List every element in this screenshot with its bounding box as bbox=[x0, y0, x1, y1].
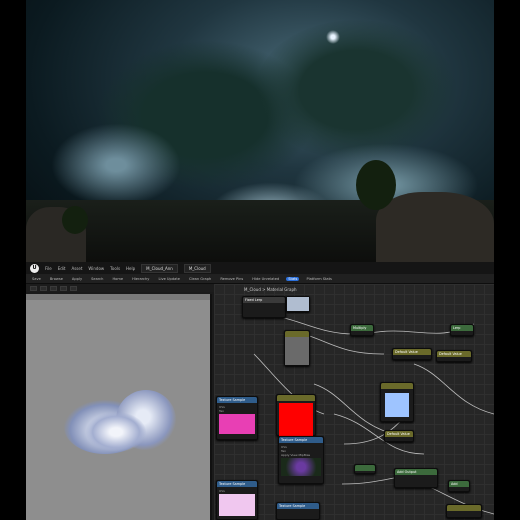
tab-m-cloud[interactable]: M_Cloud bbox=[183, 263, 211, 273]
default-value-node[interactable] bbox=[446, 504, 482, 518]
menu-window[interactable]: Window bbox=[88, 266, 104, 271]
browse-button[interactable]: Browse bbox=[48, 277, 65, 281]
material-editor: U File Edit Asset Window Tools Help M_Cl… bbox=[26, 262, 494, 520]
node-title: Multiply bbox=[351, 325, 373, 331]
hierarchy-button[interactable]: Hierarchy bbox=[130, 277, 151, 281]
viewport-option-button[interactable] bbox=[50, 285, 57, 291]
viewport-option-button[interactable] bbox=[70, 285, 77, 291]
node-title: Default Value bbox=[385, 431, 413, 437]
menu-edit[interactable]: Edit bbox=[58, 266, 66, 271]
stats-button[interactable]: Stats bbox=[286, 276, 300, 281]
home-button[interactable]: Home bbox=[110, 277, 125, 281]
texture-sample-node[interactable]: Texture Sample UVs Tex Apply View MipBia… bbox=[278, 436, 324, 484]
viewport-option-button[interactable] bbox=[30, 285, 37, 291]
unreal-logo-icon[interactable]: U bbox=[30, 263, 39, 273]
light-pink-swatch bbox=[219, 494, 255, 516]
gray-preview-node[interactable] bbox=[286, 296, 310, 312]
fixed-lerp-node[interactable]: Fixed Lerp bbox=[242, 296, 286, 318]
sky-render bbox=[26, 0, 494, 262]
toolbar: Save Browse Apply Search Home Hierarchy … bbox=[26, 274, 494, 284]
viewport-option-button[interactable] bbox=[60, 285, 67, 291]
node-title: Default Value bbox=[393, 349, 431, 355]
menu-bar: U File Edit Asset Window Tools Help M_Cl… bbox=[26, 262, 494, 274]
noise-texture-preview bbox=[281, 458, 321, 476]
texture-sample-node[interactable]: Texture Sample UVs Tex bbox=[216, 396, 258, 440]
tree bbox=[62, 206, 88, 234]
live-update-button[interactable]: Live Update bbox=[156, 277, 182, 281]
tree bbox=[356, 160, 396, 210]
rock bbox=[376, 192, 494, 262]
apply-button[interactable]: Apply bbox=[70, 277, 84, 281]
platform-stats-button[interactable]: Platform Stats bbox=[304, 277, 333, 281]
multiply-node[interactable] bbox=[354, 464, 376, 474]
pin-tex[interactable]: Tex bbox=[219, 409, 255, 413]
blue-swatch bbox=[385, 393, 409, 417]
red-swatch bbox=[279, 403, 313, 437]
add-node[interactable]: Add bbox=[448, 480, 470, 492]
color-swatch bbox=[287, 297, 309, 311]
menu-tools[interactable]: Tools bbox=[110, 266, 120, 271]
menu-asset[interactable]: Asset bbox=[71, 266, 82, 271]
node-title: Lerp bbox=[451, 325, 473, 331]
blue-constant-node[interactable] bbox=[380, 382, 414, 422]
node-title: Fixed Lerp bbox=[243, 297, 285, 303]
menu-help[interactable]: Help bbox=[126, 266, 135, 271]
default-value-node[interactable]: Default Value bbox=[392, 348, 432, 360]
texture-sample-node[interactable]: Texture Sample UVs bbox=[216, 480, 258, 520]
clean-graph-button[interactable]: Clean Graph bbox=[187, 277, 213, 281]
pin-mipbias[interactable]: Apply View MipBias bbox=[281, 453, 321, 457]
red-constant-node[interactable] bbox=[276, 394, 316, 437]
color-swatch bbox=[285, 337, 309, 365]
moon-glow bbox=[326, 30, 340, 44]
texture-sample-node[interactable]: Texture Sample bbox=[276, 502, 320, 520]
storm-cloud bbox=[256, 20, 456, 160]
node-title: Add bbox=[449, 481, 469, 487]
default-value-node[interactable]: Default Value bbox=[384, 430, 414, 442]
cloud-preview bbox=[86, 412, 146, 452]
search-button[interactable]: Search bbox=[89, 277, 105, 281]
multiply-node[interactable]: Multiply bbox=[350, 324, 374, 336]
viewport-option-button[interactable] bbox=[40, 285, 47, 291]
node-title bbox=[277, 395, 315, 401]
gray-swatch-node[interactable] bbox=[284, 330, 310, 366]
lerp-node[interactable]: Lerp bbox=[450, 324, 474, 336]
node-title bbox=[447, 505, 481, 511]
material-graph[interactable]: M_Cloud > Material Graph Fixed Lerp Text… bbox=[214, 284, 494, 520]
hide-unrelated-button[interactable]: Hide Unrelated bbox=[250, 277, 281, 281]
node-title: Default Value bbox=[437, 351, 471, 357]
menu-file[interactable]: File bbox=[45, 266, 52, 271]
save-button[interactable]: Save bbox=[30, 277, 43, 281]
node-title: Add Output bbox=[395, 469, 437, 475]
pin-uvs[interactable]: UVs bbox=[219, 489, 255, 493]
remove-pins-button[interactable]: Remove Pins bbox=[218, 277, 245, 281]
add-output-node[interactable]: Add Output bbox=[394, 468, 438, 488]
screen: U File Edit Asset Window Tools Help M_Cl… bbox=[0, 0, 520, 520]
preview-viewport[interactable] bbox=[26, 294, 212, 520]
node-title: Texture Sample bbox=[277, 503, 319, 509]
node-title bbox=[381, 383, 413, 389]
tab-m-cloud-ann[interactable]: M_Cloud_Ann bbox=[141, 263, 178, 273]
lit-cloud bbox=[46, 120, 186, 210]
viewport-header bbox=[26, 294, 210, 300]
node-title bbox=[355, 465, 375, 471]
default-value-node[interactable]: Default Value bbox=[436, 350, 472, 362]
pink-swatch bbox=[219, 414, 255, 434]
